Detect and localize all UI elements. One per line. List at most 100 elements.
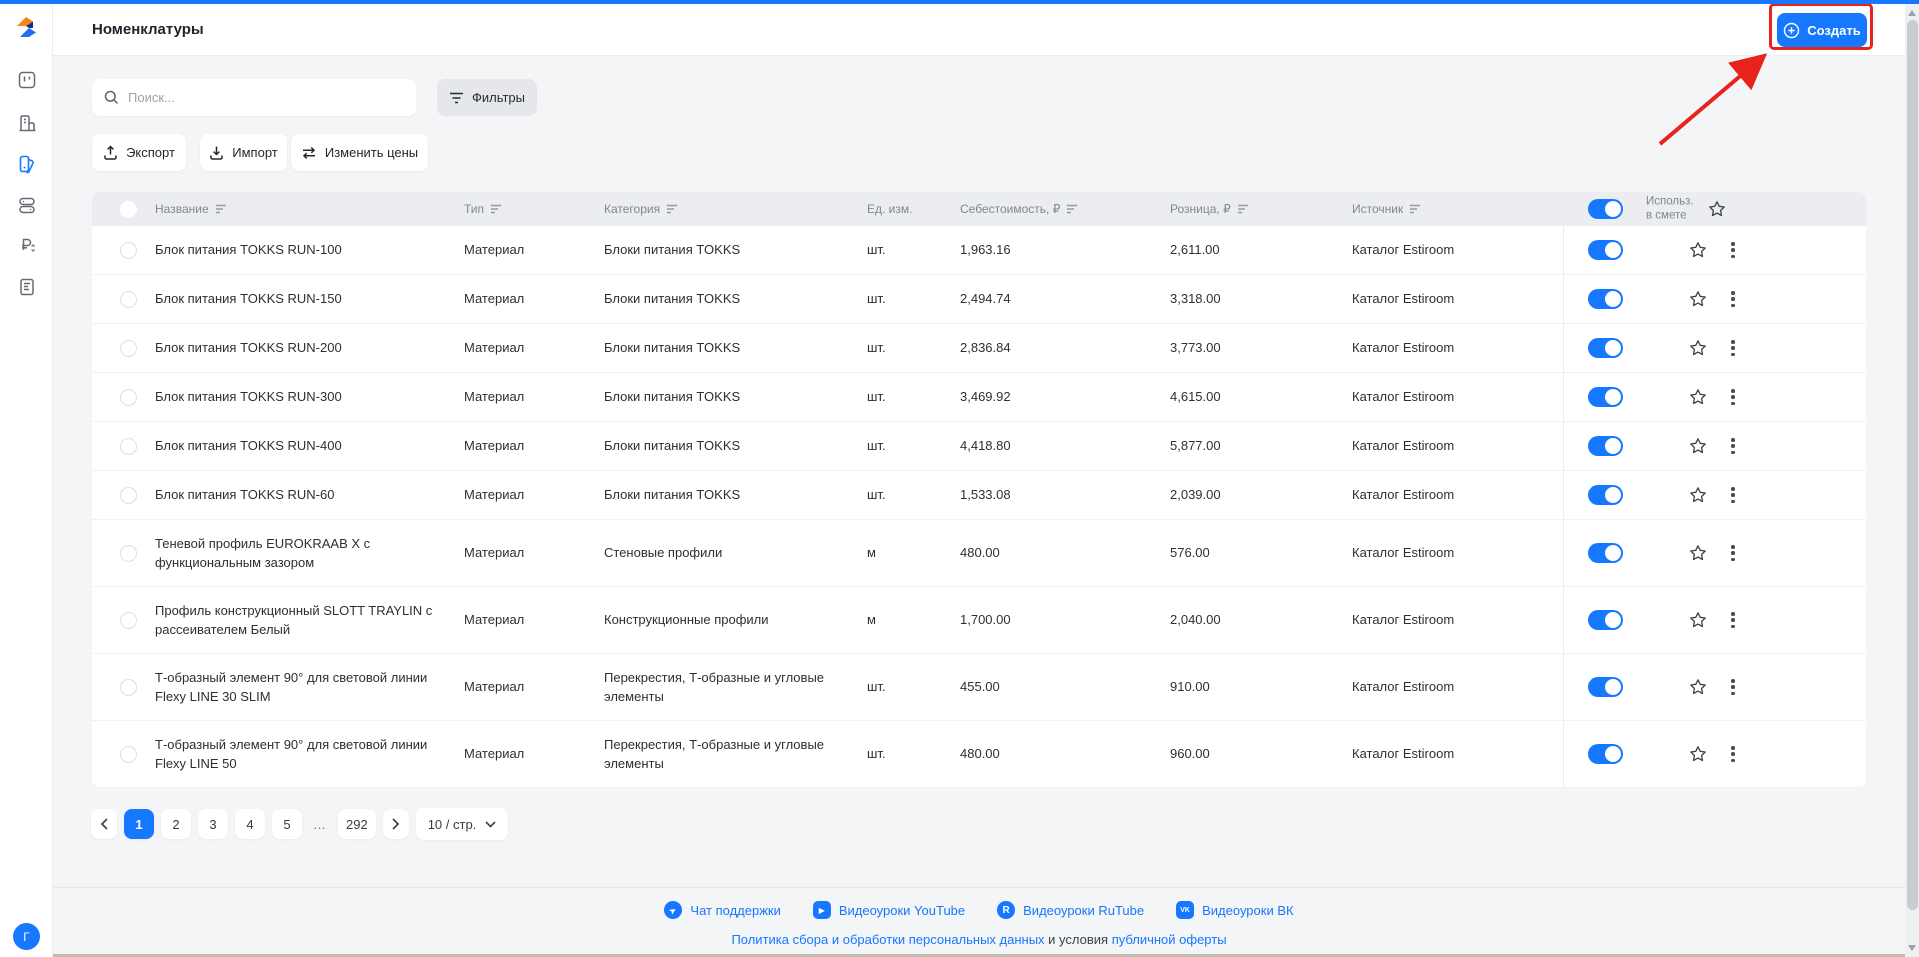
pagination-page-button[interactable]: 1 bbox=[124, 809, 154, 839]
sort-icon[interactable] bbox=[1409, 204, 1421, 214]
favorite-star-icon[interactable] bbox=[1689, 611, 1707, 629]
row-menu-kebab-icon[interactable] bbox=[1731, 612, 1735, 628]
pagination-prev-button[interactable] bbox=[91, 809, 117, 839]
create-button[interactable]: Создать bbox=[1777, 13, 1867, 47]
sort-icon[interactable] bbox=[666, 204, 678, 214]
row-menu-kebab-icon[interactable] bbox=[1731, 746, 1735, 762]
footer-link[interactable]: Чат поддержки bbox=[664, 901, 781, 919]
row-checkbox[interactable] bbox=[120, 388, 137, 406]
row-checkbox[interactable] bbox=[120, 437, 137, 455]
row-menu-kebab-icon[interactable] bbox=[1731, 291, 1735, 307]
item-type: Материал bbox=[464, 291, 525, 307]
user-avatar[interactable]: Г bbox=[13, 923, 40, 950]
scrollbar-thumb[interactable] bbox=[1906, 20, 1918, 910]
table-row[interactable]: Теневой профиль EUROKRAAB X с функционал… bbox=[92, 520, 1866, 587]
footer-link[interactable]: Видеоуроки ВК bbox=[1176, 901, 1294, 919]
scrollbar-up-arrow-icon[interactable] bbox=[1908, 10, 1916, 16]
favorite-star-icon[interactable] bbox=[1689, 388, 1707, 406]
use-in-estimate-toggle[interactable] bbox=[1588, 744, 1623, 764]
favorite-star-icon[interactable] bbox=[1689, 339, 1707, 357]
use-in-estimate-toggle[interactable] bbox=[1588, 338, 1623, 358]
row-checkbox[interactable] bbox=[120, 611, 137, 629]
favorite-star-icon[interactable] bbox=[1689, 290, 1707, 308]
sidebar-item-documents[interactable] bbox=[0, 276, 53, 298]
item-retail: 2,040.00 bbox=[1170, 612, 1221, 628]
filters-button[interactable]: Фильтры bbox=[437, 79, 537, 116]
footer-link[interactable]: Видеоуроки RuTube bbox=[997, 901, 1144, 919]
row-checkbox[interactable] bbox=[120, 678, 137, 696]
sidebar-item-sets[interactable] bbox=[0, 194, 53, 216]
public-offer-link[interactable]: публичной оферты bbox=[1112, 932, 1227, 947]
import-button[interactable]: Импорт bbox=[200, 134, 287, 171]
row-checkbox[interactable] bbox=[120, 745, 137, 763]
sort-icon[interactable] bbox=[215, 204, 227, 214]
pagination-next-button[interactable] bbox=[382, 809, 409, 839]
use-in-estimate-toggle[interactable] bbox=[1588, 240, 1623, 260]
row-menu-kebab-icon[interactable] bbox=[1731, 545, 1735, 561]
favorite-star-icon[interactable] bbox=[1689, 678, 1707, 696]
use-in-estimate-toggle[interactable] bbox=[1588, 436, 1623, 456]
pagination-page-button[interactable]: 2 bbox=[161, 809, 191, 839]
table-row[interactable]: Блок питания TOKKS RUN-200 Материал Блок… bbox=[92, 324, 1866, 373]
row-checkbox[interactable] bbox=[120, 241, 137, 259]
sort-icon[interactable] bbox=[1066, 204, 1078, 214]
sidebar-item-prices[interactable] bbox=[0, 234, 53, 256]
item-type: Материал bbox=[464, 679, 525, 695]
table-row[interactable]: Блок питания TOKKS RUN-300 Материал Блок… bbox=[92, 373, 1866, 422]
favorite-star-icon[interactable] bbox=[1689, 745, 1707, 763]
select-all-checkbox[interactable] bbox=[120, 200, 137, 218]
pagination-page-button[interactable]: 5 bbox=[272, 809, 302, 839]
sort-icon[interactable] bbox=[1237, 204, 1249, 214]
pagination-ellipsis[interactable]: … bbox=[309, 817, 331, 832]
row-menu-kebab-icon[interactable] bbox=[1731, 487, 1735, 503]
use-in-estimate-toggle[interactable] bbox=[1588, 543, 1623, 563]
table-row[interactable]: Блок питания TOKKS RUN-150 Материал Блок… bbox=[92, 275, 1866, 324]
sidebar-item-projects[interactable] bbox=[0, 69, 53, 91]
row-checkbox[interactable] bbox=[120, 486, 137, 504]
table-row[interactable]: Блок питания TOKKS RUN-400 Материал Блок… bbox=[92, 422, 1866, 471]
page-size-select[interactable]: 10 / стр. bbox=[415, 808, 509, 840]
table-row[interactable]: Т-образный элемент 90° для световой лини… bbox=[92, 654, 1866, 721]
sidebar-item-nomenclatures[interactable] bbox=[0, 153, 53, 175]
row-menu-kebab-icon[interactable] bbox=[1731, 242, 1735, 258]
search-input[interactable] bbox=[128, 90, 404, 105]
use-in-estimate-toggle[interactable] bbox=[1588, 610, 1623, 630]
item-category: Блоки питания TOKKS bbox=[604, 291, 741, 307]
favorite-star-icon[interactable] bbox=[1708, 200, 1726, 218]
browser-progress-bar bbox=[0, 0, 1919, 4]
row-menu-kebab-icon[interactable] bbox=[1731, 340, 1735, 356]
favorite-star-icon[interactable] bbox=[1689, 544, 1707, 562]
use-in-estimate-toggle[interactable] bbox=[1588, 387, 1623, 407]
use-in-estimate-toggle[interactable] bbox=[1588, 485, 1623, 505]
privacy-policy-link[interactable]: Политика сбора и обработки персональных … bbox=[731, 932, 1044, 947]
column-header-type: Тип bbox=[464, 202, 485, 216]
vertical-scrollbar[interactable] bbox=[1905, 4, 1919, 957]
favorite-star-icon[interactable] bbox=[1689, 486, 1707, 504]
table-row[interactable]: Блок питания TOKKS RUN-60 Материал Блоки… bbox=[92, 471, 1866, 520]
row-menu-kebab-icon[interactable] bbox=[1731, 438, 1735, 454]
table-row[interactable]: Профиль конструкционный SLOTT TRAYLIN с … bbox=[92, 587, 1866, 654]
item-cost: 3,469.92 bbox=[960, 389, 1011, 405]
use-in-estimate-toggle[interactable] bbox=[1588, 677, 1623, 697]
pagination-page-button[interactable]: 3 bbox=[198, 809, 228, 839]
use-in-estimate-toggle[interactable] bbox=[1588, 289, 1623, 309]
row-menu-kebab-icon[interactable] bbox=[1731, 679, 1735, 695]
table-row[interactable]: Блок питания TOKKS RUN-100 Материал Блок… bbox=[92, 226, 1866, 275]
pagination-page-button[interactable]: 292 bbox=[338, 809, 376, 839]
row-checkbox[interactable] bbox=[120, 290, 137, 308]
row-checkbox[interactable] bbox=[120, 544, 137, 562]
favorite-star-icon[interactable] bbox=[1689, 241, 1707, 259]
export-button[interactable]: Экспорт bbox=[92, 134, 186, 171]
change-prices-button[interactable]: Изменить цены bbox=[291, 134, 428, 171]
favorite-star-icon[interactable] bbox=[1689, 437, 1707, 455]
sort-icon[interactable] bbox=[490, 204, 502, 214]
pagination-page-button[interactable]: 4 bbox=[235, 809, 265, 839]
footer-link[interactable]: Видеоуроки YouTube bbox=[812, 901, 965, 919]
scrollbar-down-arrow-icon[interactable] bbox=[1908, 945, 1916, 951]
row-checkbox[interactable] bbox=[120, 339, 137, 357]
column-header-source: Источник bbox=[1352, 202, 1404, 216]
sidebar-item-company[interactable] bbox=[0, 112, 53, 134]
table-row[interactable]: Т-образный элемент 90° для световой лини… bbox=[92, 721, 1866, 788]
use-in-estimate-header-toggle[interactable] bbox=[1588, 199, 1623, 219]
row-menu-kebab-icon[interactable] bbox=[1731, 389, 1735, 405]
